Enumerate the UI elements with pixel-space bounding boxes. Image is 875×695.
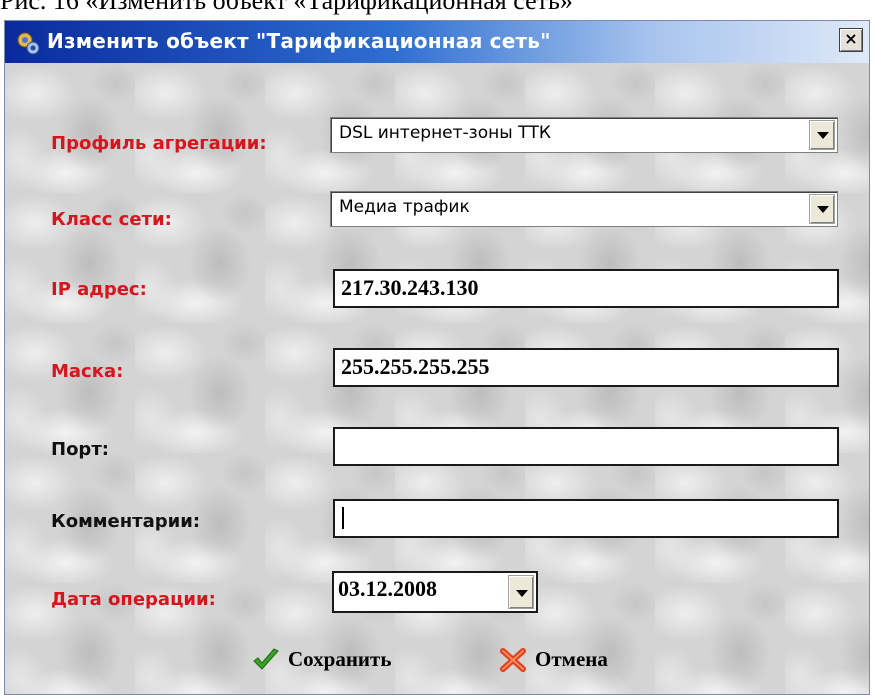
gears-icon bbox=[17, 32, 40, 55]
window-title: Изменить объект "Тарификационная сеть" bbox=[47, 29, 551, 53]
network-class-label: Класс сети: bbox=[51, 209, 172, 230]
cancel-button[interactable]: Отмена bbox=[499, 645, 649, 675]
title-bar: Изменить объект "Тарификационная сеть" × bbox=[5, 21, 869, 63]
mask-label: Маска: bbox=[51, 361, 124, 382]
dialog-window: Изменить объект "Тарификационная сеть" ×… bbox=[4, 20, 870, 695]
checkmark-icon bbox=[253, 648, 279, 670]
figure-caption: Рис. 16 «Изменить объект «Тарификационна… bbox=[0, 0, 573, 15]
form-body: Профиль агрегации: DSL интернет-зоны ТТК… bbox=[5, 63, 869, 694]
save-button-label: Сохранить bbox=[288, 647, 392, 671]
operation-date-label: Дата операции: bbox=[51, 589, 216, 610]
close-button[interactable]: × bbox=[839, 28, 863, 52]
save-button[interactable]: Сохранить bbox=[252, 645, 422, 675]
port-field[interactable] bbox=[333, 427, 839, 466]
network-class-select[interactable]: Медиа трафик bbox=[330, 191, 838, 227]
text-caret bbox=[342, 507, 344, 529]
operation-date-value: 03.12.2008 bbox=[338, 576, 437, 601]
aggregation-profile-label: Профиль агрегации: bbox=[51, 133, 267, 154]
mask-field[interactable]: 255.255.255.255 bbox=[333, 348, 839, 387]
chevron-down-icon[interactable] bbox=[809, 120, 835, 150]
aggregation-profile-select[interactable]: DSL интернет-зоны ТТК bbox=[330, 117, 838, 153]
ip-address-label: IP адрес: bbox=[51, 279, 147, 300]
x-icon bbox=[500, 648, 526, 672]
cancel-button-label: Отмена bbox=[535, 647, 608, 671]
comments-field[interactable] bbox=[333, 499, 839, 538]
ip-address-field[interactable]: 217.30.243.130 bbox=[333, 269, 839, 308]
comments-label: Комментарии: bbox=[51, 511, 201, 532]
operation-date-picker[interactable]: 03.12.2008 bbox=[332, 571, 538, 613]
chevron-down-icon[interactable] bbox=[809, 194, 835, 224]
aggregation-profile-value: DSL интернет-зоны ТТК bbox=[339, 123, 551, 143]
port-label: Порт: bbox=[51, 439, 109, 460]
chevron-down-icon[interactable] bbox=[508, 575, 534, 609]
network-class-value: Медиа трафик bbox=[339, 197, 470, 217]
ip-address-value: 217.30.243.130 bbox=[341, 275, 479, 300]
mask-value: 255.255.255.255 bbox=[341, 354, 490, 379]
